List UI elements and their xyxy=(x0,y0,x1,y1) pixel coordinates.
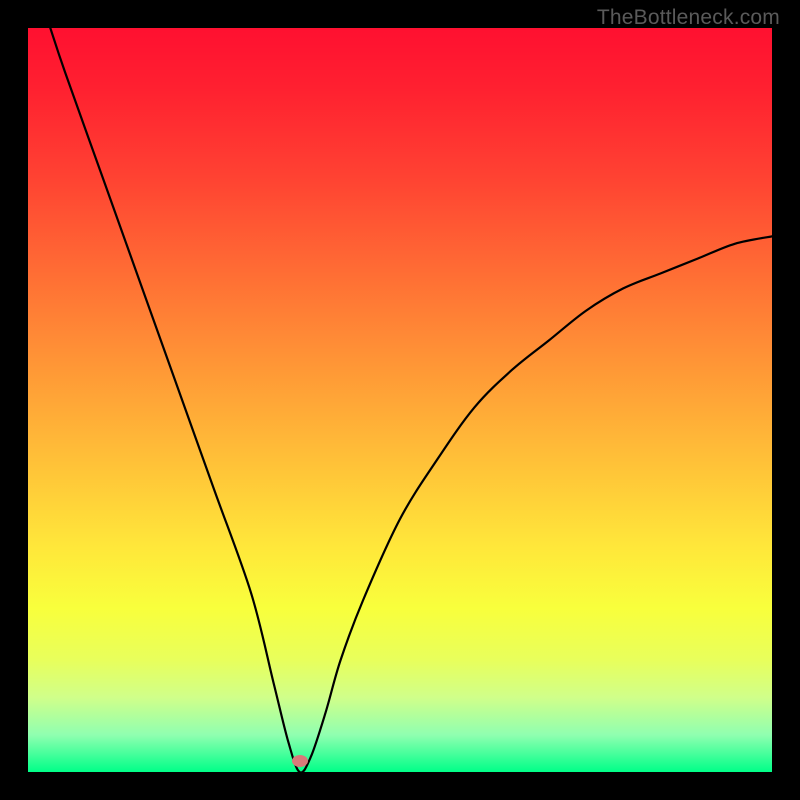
watermark-text: TheBottleneck.com xyxy=(597,6,780,30)
optimum-marker xyxy=(292,755,308,767)
curve-path xyxy=(50,28,772,772)
bottleneck-curve xyxy=(28,28,772,772)
chart-frame: TheBottleneck.com xyxy=(0,0,800,800)
plot-area xyxy=(28,28,772,772)
